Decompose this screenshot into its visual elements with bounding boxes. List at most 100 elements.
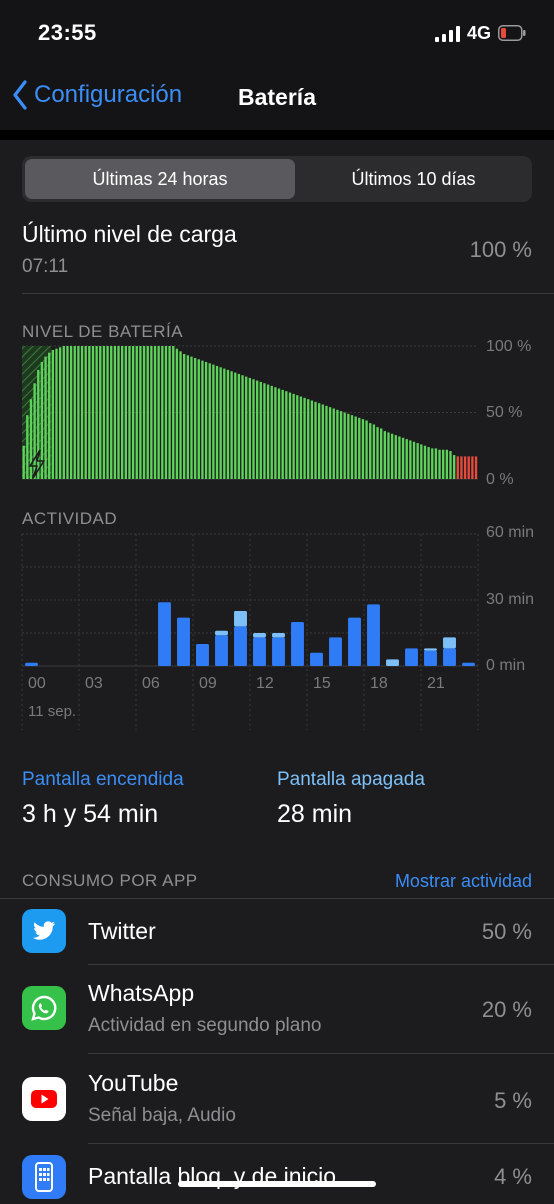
app-percentage: 4 % xyxy=(494,1164,532,1189)
battery-bar xyxy=(307,399,310,479)
network-type: 4G xyxy=(467,23,492,43)
activity-x-tick: 03 xyxy=(85,675,103,692)
signal-icon xyxy=(435,26,460,42)
battery-bar xyxy=(390,433,394,479)
battery-bar xyxy=(120,346,124,479)
battery-status-icon xyxy=(498,25,526,41)
battery-bar xyxy=(241,375,244,479)
battery-bar xyxy=(288,392,292,479)
battery-bar xyxy=(117,346,120,479)
battery-bar xyxy=(197,359,200,479)
battery-bar xyxy=(62,346,65,479)
battery-bar xyxy=(110,346,113,479)
app-name: YouTube xyxy=(88,1070,179,1096)
battery-bar xyxy=(398,436,401,479)
battery-bar xyxy=(350,415,354,479)
battery-bar xyxy=(303,397,306,479)
app-subtitle: Señal baja, Audio xyxy=(88,1105,236,1126)
activity-chart xyxy=(21,533,479,730)
app-row-whatsapp[interactable]: WhatsApp Actividad en segundo plano 20 % xyxy=(0,964,554,1053)
last-charge-time: 07:11 xyxy=(22,256,69,277)
battery-bar xyxy=(230,371,233,479)
battery-bar xyxy=(423,445,427,479)
activity-bar-screen-on xyxy=(310,652,323,666)
battery-bar xyxy=(153,346,157,479)
app-name: WhatsApp xyxy=(88,980,195,1006)
activity-tick-60: 60 min xyxy=(486,524,535,541)
battery-bar xyxy=(452,455,456,479)
app-row-twitter[interactable]: Twitter 50 % xyxy=(0,898,554,964)
battery-bar xyxy=(365,420,368,479)
battery-bar xyxy=(212,364,215,479)
last-charge-value: 100 % xyxy=(469,237,532,262)
app-row-youtube[interactable]: YouTube Señal baja, Audio 5 % xyxy=(0,1053,554,1143)
battery-bar xyxy=(277,388,281,479)
battery-bar xyxy=(332,408,335,479)
battery-bar xyxy=(463,456,467,479)
battery-bar xyxy=(252,379,255,479)
battery-bar xyxy=(139,346,142,479)
app-row-lock-home-screen[interactable]: Pantalla bloq. y de inicio 4 % xyxy=(0,1143,554,1200)
battery-bar xyxy=(80,346,84,479)
whatsapp-icon xyxy=(22,986,66,1030)
tab-last-24-hours[interactable]: Últimas 24 horas xyxy=(25,159,295,199)
activity-bar-screen-on xyxy=(215,635,228,666)
battery-bar xyxy=(201,360,204,479)
battery-bar xyxy=(339,411,343,479)
app-percentage: 5 % xyxy=(494,1088,532,1113)
battery-bar xyxy=(37,369,40,479)
battery-bar xyxy=(237,373,241,479)
battery-bar xyxy=(146,346,149,479)
battery-bar xyxy=(405,439,408,479)
battery-bar xyxy=(186,355,190,479)
activity-bar-screen-on xyxy=(234,626,247,666)
battery-bar xyxy=(299,396,303,479)
battery-bar xyxy=(434,448,438,479)
battery-bar xyxy=(266,384,270,479)
battery-bar xyxy=(124,346,127,479)
activity-bar-screen-on xyxy=(367,604,380,666)
battery-bar xyxy=(361,419,365,479)
battery-bar xyxy=(179,351,182,479)
battery-bar xyxy=(445,449,449,479)
battery-bar xyxy=(460,456,463,479)
battery-bar xyxy=(219,367,222,479)
activity-x-tick: 09 xyxy=(199,675,217,692)
battery-bar xyxy=(328,407,332,479)
battery-bar xyxy=(474,456,478,479)
battery-bar xyxy=(131,346,135,479)
tab-last-10-days[interactable]: Últimos 10 días xyxy=(298,159,529,199)
battery-bar xyxy=(376,427,379,479)
phone-screen-icon xyxy=(22,1155,66,1199)
show-activity-link[interactable]: Mostrar actividad xyxy=(395,871,532,892)
home-indicator[interactable] xyxy=(178,1181,376,1187)
activity-bar-screen-on xyxy=(329,637,342,666)
battery-bar xyxy=(347,413,350,479)
battery-bar xyxy=(274,387,277,479)
battery-bar xyxy=(69,346,73,479)
battery-bar xyxy=(22,445,25,479)
battery-bar xyxy=(33,383,36,479)
activity-bar-screen-off xyxy=(253,633,266,638)
app-subtitle: Actividad en segundo plano xyxy=(88,1015,322,1036)
battery-bar xyxy=(88,346,91,479)
screen-off-value: 28 min xyxy=(277,800,353,828)
youtube-icon xyxy=(22,1077,66,1121)
activity-x-tick: 00 xyxy=(28,675,46,692)
battery-bar xyxy=(387,432,390,479)
battery-bar xyxy=(99,346,102,479)
battery-bar xyxy=(409,440,412,479)
activity-bar-screen-on xyxy=(443,648,456,666)
battery-bar xyxy=(296,395,299,479)
activity-x-tick: 12 xyxy=(256,675,274,692)
activity-bar-screen-off xyxy=(386,659,399,666)
battery-bar xyxy=(234,372,237,479)
activity-bar-screen-on xyxy=(348,617,361,666)
status-time: 23:55 xyxy=(38,20,97,45)
battery-bar xyxy=(168,346,171,479)
battery-bar xyxy=(372,424,376,479)
battery-bar xyxy=(343,412,346,479)
activity-x-tick: 06 xyxy=(142,675,160,692)
battery-tick-0: 0 % xyxy=(486,471,514,488)
battery-bar xyxy=(325,405,328,479)
